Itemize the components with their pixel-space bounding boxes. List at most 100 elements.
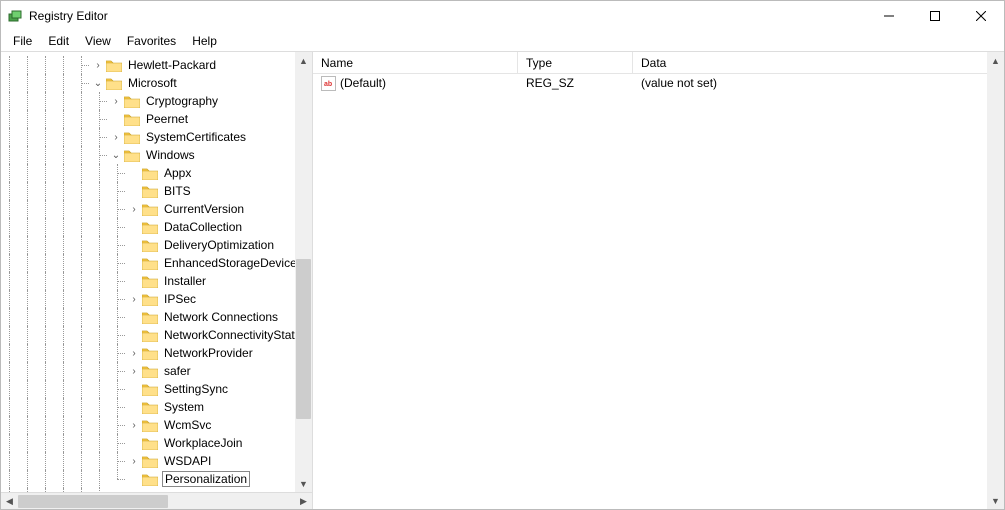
tree-item-label[interactable]: NetworkProvider bbox=[162, 346, 255, 360]
tree-item[interactable]: NetworkConnectivityStatus bbox=[1, 326, 312, 344]
tree-item-label[interactable]: Windows bbox=[144, 148, 197, 162]
tree-item-label[interactable]: System bbox=[162, 400, 206, 414]
expand-icon[interactable]: › bbox=[91, 58, 105, 72]
tree-item-label[interactable]: Appx bbox=[162, 166, 193, 180]
tree-item[interactable]: Installer bbox=[1, 272, 312, 290]
tree-item-label[interactable]: Personalization bbox=[162, 471, 250, 487]
list-body[interactable]: ab(Default)REG_SZ(value not set) bbox=[313, 74, 1004, 509]
tree-item[interactable]: › SystemCertificates bbox=[1, 128, 312, 146]
tree-item-label[interactable]: safer bbox=[162, 364, 193, 378]
collapse-icon[interactable]: ⌄ bbox=[109, 148, 123, 162]
close-button[interactable] bbox=[958, 1, 1004, 31]
tree-item[interactable]: › WSDAPI bbox=[1, 452, 312, 470]
value-type: REG_SZ bbox=[518, 76, 633, 90]
expander-placeholder bbox=[127, 472, 141, 486]
column-name[interactable]: Name bbox=[313, 52, 518, 73]
tree-item-label[interactable]: Microsoft bbox=[126, 76, 179, 90]
tree-item[interactable]: DeliveryOptimization bbox=[1, 236, 312, 254]
tree-item[interactable]: Appx bbox=[1, 164, 312, 182]
list-vertical-scrollbar[interactable]: ▲ ▼ bbox=[987, 52, 1004, 509]
list-row[interactable]: ab(Default)REG_SZ(value not set) bbox=[313, 74, 1004, 92]
menu-view[interactable]: View bbox=[77, 32, 119, 50]
expand-icon[interactable]: › bbox=[127, 418, 141, 432]
scroll-down-button[interactable]: ▼ bbox=[987, 492, 1004, 509]
tree-item-label[interactable]: DeliveryOptimization bbox=[162, 238, 276, 252]
tree-item[interactable]: SettingSync bbox=[1, 380, 312, 398]
expander-placeholder bbox=[127, 310, 141, 324]
tree-vertical-scrollbar[interactable]: ▲ ▼ bbox=[295, 52, 312, 492]
column-data[interactable]: Data bbox=[633, 52, 1004, 73]
tree-item-label[interactable]: Installer bbox=[162, 274, 208, 288]
expand-icon[interactable]: › bbox=[109, 130, 123, 144]
tree-item-label[interactable]: DataCollection bbox=[162, 220, 244, 234]
tree-item[interactable]: Peernet bbox=[1, 110, 312, 128]
tree-item-label[interactable]: Hewlett-Packard bbox=[126, 58, 218, 72]
tree-item[interactable]: › Cryptography bbox=[1, 92, 312, 110]
tree-item[interactable]: › NetworkProvider bbox=[1, 344, 312, 362]
tree-item[interactable]: Personalization bbox=[1, 470, 312, 488]
collapse-icon[interactable]: ⌄ bbox=[91, 76, 105, 90]
scroll-track[interactable] bbox=[295, 69, 312, 475]
tree-item[interactable]: › safer bbox=[1, 362, 312, 380]
expand-icon[interactable]: › bbox=[127, 364, 141, 378]
scroll-up-button[interactable]: ▲ bbox=[295, 52, 312, 69]
tree-item[interactable]: WorkplaceJoin bbox=[1, 434, 312, 452]
folder-icon bbox=[106, 59, 122, 72]
tree-item-label[interactable]: WSDAPI bbox=[162, 454, 213, 468]
tree-item-label[interactable]: SettingSync bbox=[162, 382, 230, 396]
values-pane: Name Type Data ab(Default)REG_SZ(value n… bbox=[313, 52, 1004, 509]
content-area: ›Hewlett-Packard⌄Microsoft›CryptographyP… bbox=[1, 51, 1004, 509]
value-data: (value not set) bbox=[633, 76, 1004, 90]
tree-item-label[interactable]: EnhancedStorageDevices bbox=[162, 256, 305, 270]
scroll-up-button[interactable]: ▲ bbox=[987, 52, 1004, 69]
folder-icon bbox=[142, 437, 158, 450]
tree-item-label[interactable]: WcmSvc bbox=[162, 418, 213, 432]
titlebar[interactable]: Registry Editor bbox=[1, 1, 1004, 31]
scroll-thumb[interactable] bbox=[296, 259, 311, 419]
tree-item-label[interactable]: CurrentVersion bbox=[162, 202, 246, 216]
tree-item-label[interactable]: IPSec bbox=[162, 292, 198, 306]
tree-item-label[interactable]: WorkplaceJoin bbox=[162, 436, 244, 450]
scroll-down-button[interactable]: ▼ bbox=[295, 475, 312, 492]
minimize-button[interactable] bbox=[866, 1, 912, 31]
expand-icon[interactable]: › bbox=[127, 346, 141, 360]
scroll-thumb[interactable] bbox=[18, 495, 168, 508]
tree-item-label[interactable]: Cryptography bbox=[144, 94, 220, 108]
tree-item[interactable]: › WcmSvc bbox=[1, 416, 312, 434]
menu-file[interactable]: File bbox=[5, 32, 40, 50]
scroll-right-button[interactable]: ▶ bbox=[295, 494, 312, 509]
maximize-button[interactable] bbox=[912, 1, 958, 31]
menu-help[interactable]: Help bbox=[184, 32, 225, 50]
tree-item[interactable]: EnhancedStorageDevices bbox=[1, 254, 312, 272]
expand-icon[interactable]: › bbox=[109, 94, 123, 108]
column-type[interactable]: Type bbox=[518, 52, 633, 73]
menu-edit[interactable]: Edit bbox=[40, 32, 77, 50]
tree-scroll[interactable]: ›Hewlett-Packard⌄Microsoft›CryptographyP… bbox=[1, 52, 312, 492]
tree-item[interactable]: › CurrentVersion bbox=[1, 200, 312, 218]
tree-item-label[interactable]: NetworkConnectivityStatus bbox=[162, 328, 309, 342]
folder-icon bbox=[142, 293, 158, 306]
tree-item[interactable]: ⌄ Windows bbox=[1, 146, 312, 164]
tree-item[interactable]: › IPSec bbox=[1, 290, 312, 308]
expand-icon[interactable]: › bbox=[127, 202, 141, 216]
tree-item-label[interactable]: BITS bbox=[162, 184, 193, 198]
tree-horizontal-scrollbar[interactable]: ◀ ▶ bbox=[1, 492, 312, 509]
tree-item-label[interactable]: Peernet bbox=[144, 112, 190, 126]
tree-item-label[interactable]: Network Connections bbox=[162, 310, 280, 324]
tree-item[interactable]: › Hewlett-Packard bbox=[1, 56, 312, 74]
scroll-track[interactable] bbox=[987, 69, 1004, 492]
expand-icon[interactable]: › bbox=[127, 454, 141, 468]
menu-favorites[interactable]: Favorites bbox=[119, 32, 184, 50]
folder-icon bbox=[142, 455, 158, 468]
tree-item[interactable]: System bbox=[1, 398, 312, 416]
tree-item-label[interactable]: SystemCertificates bbox=[144, 130, 248, 144]
value-name[interactable]: ab(Default) bbox=[313, 76, 518, 91]
scroll-track[interactable] bbox=[18, 494, 295, 509]
tree-item[interactable]: DataCollection bbox=[1, 218, 312, 236]
tree-item[interactable]: ⌄ Microsoft bbox=[1, 74, 312, 92]
expander-placeholder bbox=[109, 112, 123, 126]
scroll-left-button[interactable]: ◀ bbox=[1, 494, 18, 509]
expand-icon[interactable]: › bbox=[127, 292, 141, 306]
tree-item[interactable]: Network Connections bbox=[1, 308, 312, 326]
tree-item[interactable]: BITS bbox=[1, 182, 312, 200]
